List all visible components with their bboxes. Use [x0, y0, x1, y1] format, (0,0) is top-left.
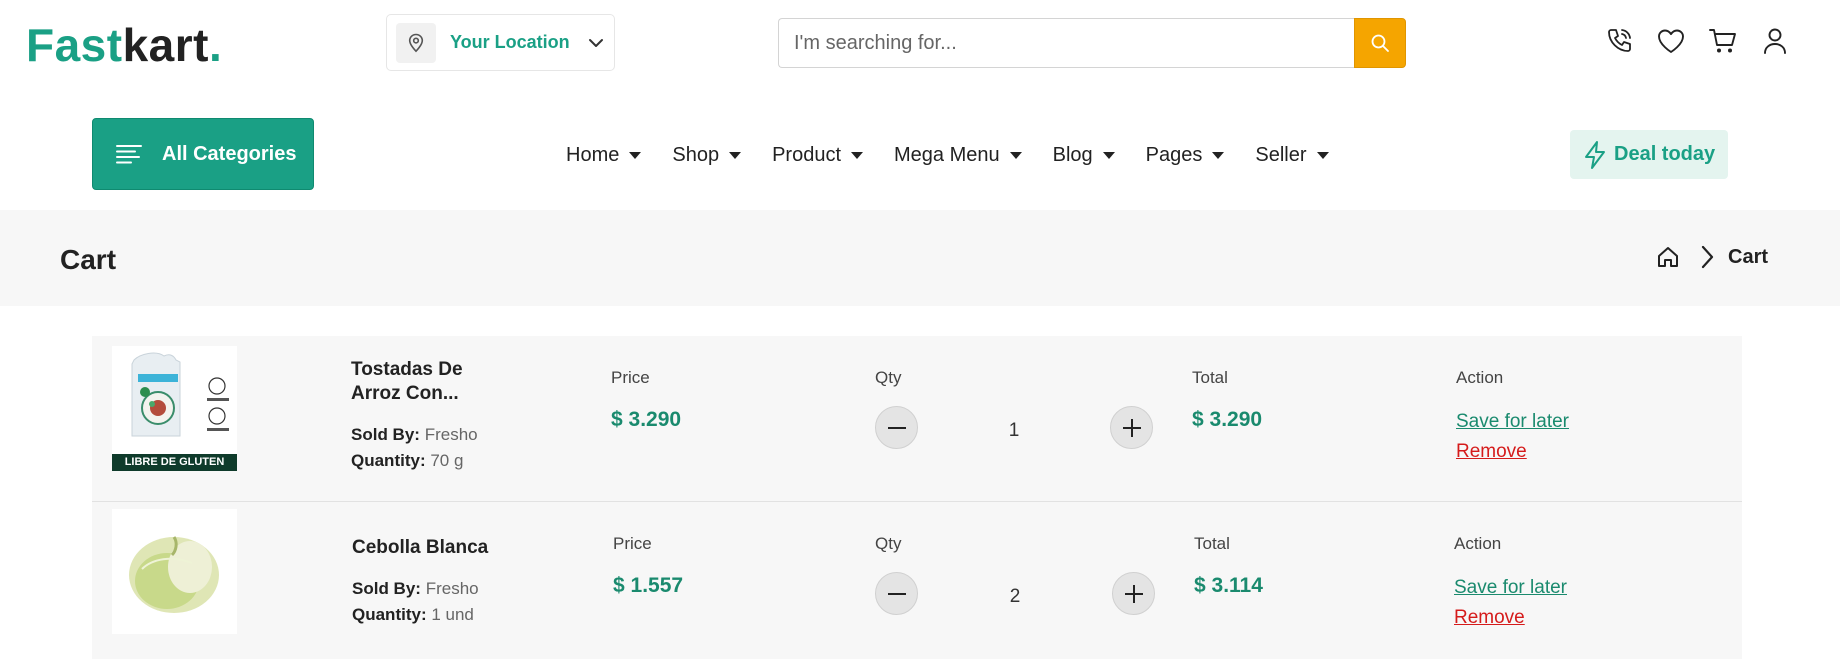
- product-image-caption: LIBRE DE GLUTEN: [124, 456, 225, 468]
- logo-part-2: kart: [122, 19, 209, 71]
- location-label: Your Location: [450, 32, 570, 52]
- nav-item-label: Seller: [1255, 144, 1307, 166]
- product-meta: Sold By: Fresho Quantity: 1 und: [352, 576, 479, 628]
- search-button[interactable]: [1354, 18, 1406, 68]
- save-for-later-link[interactable]: Save for later: [1456, 411, 1569, 433]
- caret-down-icon: [1009, 152, 1022, 159]
- sold-by-label: Sold By:: [352, 579, 421, 598]
- all-categories-label: All Categories: [162, 142, 297, 165]
- total-value: $ 3.290: [1192, 408, 1263, 431]
- nav-item-label: Shop: [672, 144, 720, 166]
- breadcrumb: Cart: [1656, 244, 1768, 270]
- total-header: Total: [1194, 534, 1230, 553]
- qty-header: Qty: [875, 534, 902, 553]
- total-header: Total: [1192, 368, 1228, 387]
- sold-by-label: Sold By:: [351, 425, 420, 444]
- cart-table: LIBRE DE GLUTEN Tostadas De Arroz Con...…: [92, 336, 1742, 659]
- product-name[interactable]: Cebolla Blanca: [352, 536, 488, 560]
- increase-quantity-button[interactable]: [1110, 406, 1153, 449]
- quantity-label: Quantity:: [352, 605, 427, 624]
- nav-item-label: Blog: [1052, 144, 1093, 166]
- product-image[interactable]: [112, 509, 237, 634]
- nav-item-label: Mega Menu: [894, 144, 1000, 166]
- remove-link[interactable]: Remove: [1456, 441, 1527, 463]
- price-value: $ 3.290: [611, 408, 682, 431]
- price-header: Price: [613, 534, 652, 553]
- all-categories-button[interactable]: All Categories: [92, 118, 314, 190]
- product-meta: Sold By: Fresho Quantity: 70 g: [351, 422, 478, 474]
- caret-down-icon: [851, 152, 864, 159]
- header-icons: [1604, 26, 1790, 56]
- decrease-quantity-button[interactable]: [875, 572, 918, 615]
- product-name[interactable]: Tostadas De Arroz Con...: [351, 358, 463, 406]
- page-title: Cart: [60, 244, 117, 275]
- nav-item-label: Pages: [1145, 144, 1203, 166]
- quantity-value: 70 g: [430, 451, 464, 470]
- quantity-label: Quantity:: [351, 451, 426, 470]
- action-header: Action: [1456, 368, 1504, 387]
- cart-row: LIBRE DE GLUTEN Tostadas De Arroz Con...…: [92, 336, 1742, 502]
- caret-down-icon: [1102, 152, 1115, 159]
- caret-down-icon: [1316, 152, 1329, 159]
- quantity-value-display[interactable]: 2: [985, 586, 1045, 608]
- deal-today-button[interactable]: Deal today: [1570, 130, 1728, 179]
- product-name-line-2: Arroz Con...: [351, 383, 459, 404]
- caret-down-icon: [729, 152, 742, 159]
- quantity-value-display[interactable]: 1: [984, 420, 1044, 442]
- location-pin-icon: [396, 22, 436, 63]
- site-logo[interactable]: Fastkart.: [26, 18, 222, 72]
- minus-icon: [887, 426, 906, 429]
- caret-down-icon: [1212, 152, 1225, 159]
- product-name-line-1: Tostadas De: [351, 359, 463, 380]
- sold-by-value: Fresho: [425, 579, 479, 598]
- caret-down-icon: [629, 152, 642, 159]
- phone-icon[interactable]: [1604, 26, 1634, 56]
- location-selector[interactable]: Your Location: [386, 14, 615, 71]
- sold-by-value: Fresho: [424, 425, 478, 444]
- user-icon[interactable]: [1760, 26, 1790, 56]
- deal-today-label: Deal today: [1614, 143, 1716, 165]
- remove-link[interactable]: Remove: [1454, 607, 1525, 629]
- plus-icon: [1124, 584, 1143, 603]
- chevron-down-icon: [588, 38, 604, 48]
- product-image[interactable]: LIBRE DE GLUTEN: [112, 346, 237, 471]
- search-bar: [778, 18, 1406, 68]
- price-value: $ 1.557: [613, 574, 684, 597]
- nav-item-product[interactable]: Product: [772, 144, 864, 167]
- search-input[interactable]: [778, 18, 1354, 68]
- search-icon: [1371, 34, 1389, 52]
- nav-item-pages[interactable]: Pages: [1146, 144, 1225, 167]
- nav-item-label: Home: [566, 144, 620, 166]
- cart-icon[interactable]: [1708, 26, 1738, 56]
- lightning-icon: [1582, 140, 1608, 170]
- logo-part-1: Fast: [26, 19, 123, 71]
- main-navigation: Home Shop Product Mega Menu Blog Pages S…: [566, 144, 1360, 167]
- nav-item-mega-menu[interactable]: Mega Menu: [894, 144, 1022, 167]
- price-header: Price: [611, 368, 650, 387]
- menu-lines-icon: [116, 144, 142, 164]
- nav-item-home[interactable]: Home: [566, 144, 642, 167]
- save-for-later-link[interactable]: Save for later: [1454, 577, 1567, 599]
- cart-row: Cebolla Blanca Sold By: Fresho Quantity:…: [92, 502, 1742, 659]
- page-title-band: Cart Cart: [0, 210, 1840, 306]
- chevron-right-icon: [1700, 245, 1714, 269]
- qty-header: Qty: [875, 368, 902, 387]
- heart-icon[interactable]: [1656, 26, 1686, 56]
- home-icon[interactable]: [1656, 244, 1682, 270]
- nav-item-label: Product: [772, 144, 842, 166]
- minus-icon: [887, 592, 906, 595]
- plus-icon: [1122, 418, 1141, 437]
- nav-item-blog[interactable]: Blog: [1053, 144, 1115, 167]
- logo-dot: .: [208, 19, 223, 71]
- nav-item-seller[interactable]: Seller: [1255, 144, 1329, 167]
- increase-quantity-button[interactable]: [1112, 572, 1155, 615]
- decrease-quantity-button[interactable]: [875, 406, 918, 449]
- quantity-value: 1 und: [431, 605, 474, 624]
- breadcrumb-current: Cart: [1728, 245, 1769, 268]
- nav-item-shop[interactable]: Shop: [672, 144, 742, 167]
- total-value: $ 3.114: [1194, 574, 1263, 597]
- action-header: Action: [1454, 534, 1502, 553]
